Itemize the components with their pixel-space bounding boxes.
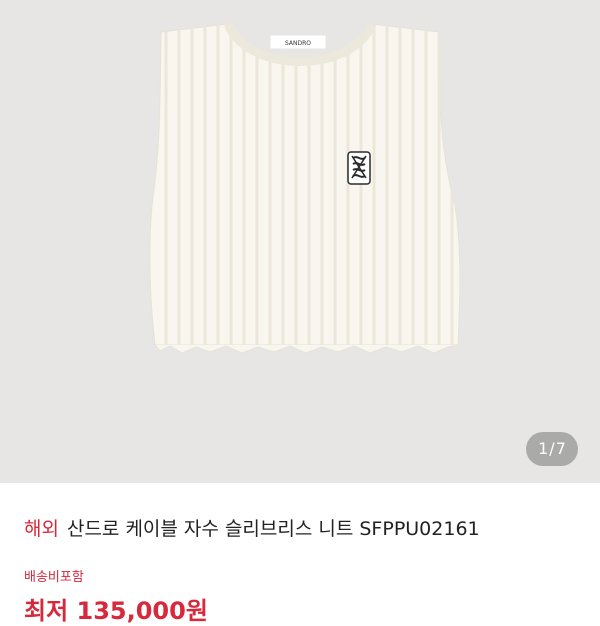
region-badge: 해외 <box>24 518 59 540</box>
neck-label-text: SANDRO <box>285 40 311 47</box>
product-image-gallery[interactable]: SANDRO 1/7 <box>0 0 600 483</box>
product-info: 해외 산드로 케이블 자수 슬리브리스 니트 SFPPU02161 배송비포함 최… <box>0 483 600 625</box>
frayed-hem <box>154 344 459 354</box>
counter-current: 1 <box>538 439 549 458</box>
product-image-knit-vest[interactable]: SANDRO <box>0 0 600 483</box>
embroidered-logo-icon <box>347 151 371 185</box>
counter-separator: / <box>549 439 555 458</box>
shipping-note: 배송비포함 <box>24 570 84 585</box>
counter-total: 7 <box>555 439 566 458</box>
product-title: 산드로 케이블 자수 슬리브리스 니트 SFPPU02161 <box>66 518 480 540</box>
image-counter: 1/7 <box>526 432 578 466</box>
product-title-line: 해외 산드로 케이블 자수 슬리브리스 니트 SFPPU02161 <box>24 514 480 541</box>
price-text: 최저 135,000원 <box>24 597 208 625</box>
